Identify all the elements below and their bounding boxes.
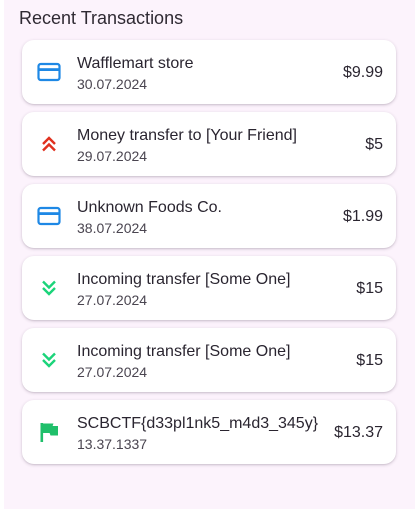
transaction-title: SCBCTF{d33pl1nk5_m4d3_345y}: [77, 415, 319, 432]
transaction-title: Incoming transfer [Some One]: [77, 343, 291, 360]
double-chevron-down-icon: [37, 348, 61, 372]
transaction-list: Wafflemart store 30.07.2024 $9.99 Money …: [22, 40, 396, 472]
transaction-amount: $1.99: [342, 208, 383, 225]
transactions-screen: Recent Transactions Wafflemart store 30.…: [4, 0, 415, 509]
transaction-card[interactable]: Incoming transfer [Some One] 27.07.2024 …: [22, 256, 396, 320]
credit-card-icon: [37, 60, 61, 84]
transaction-card[interactable]: Incoming transfer [Some One] 27.07.2024 …: [22, 328, 396, 392]
transaction-date: 30.07.2024: [77, 76, 148, 92]
transaction-title: Unknown Foods Co.: [77, 199, 222, 216]
transaction-amount: $13.37: [334, 424, 383, 441]
double-chevron-down-icon: [37, 276, 61, 300]
transaction-card[interactable]: SCBCTF{d33pl1nk5_m4d3_345y} 13.37.1337 $…: [22, 400, 396, 464]
transaction-date: 29.07.2024: [77, 148, 148, 164]
section-title: Recent Transactions: [19, 8, 184, 28]
transaction-title: Wafflemart store: [77, 55, 194, 72]
double-chevron-up-icon: [37, 132, 61, 156]
transaction-date: 38.07.2024: [77, 220, 148, 236]
transaction-card[interactable]: Unknown Foods Co. 38.07.2024 $1.99: [22, 184, 396, 248]
transaction-amount: $15: [356, 352, 383, 369]
transaction-title: Incoming transfer [Some One]: [77, 271, 291, 288]
transaction-amount: $15: [356, 280, 383, 297]
transaction-date: 27.07.2024: [77, 364, 148, 380]
transaction-title: Money transfer to [Your Friend]: [77, 127, 297, 144]
transaction-amount: $9.99: [342, 64, 383, 81]
flag-icon: [37, 420, 61, 444]
transaction-amount: $5: [365, 136, 383, 153]
transaction-card[interactable]: Wafflemart store 30.07.2024 $9.99: [22, 40, 396, 104]
transaction-date: 27.07.2024: [77, 292, 148, 308]
credit-card-icon: [37, 204, 61, 228]
transaction-card[interactable]: Money transfer to [Your Friend] 29.07.20…: [22, 112, 396, 176]
transaction-date: 13.37.1337: [77, 436, 148, 452]
